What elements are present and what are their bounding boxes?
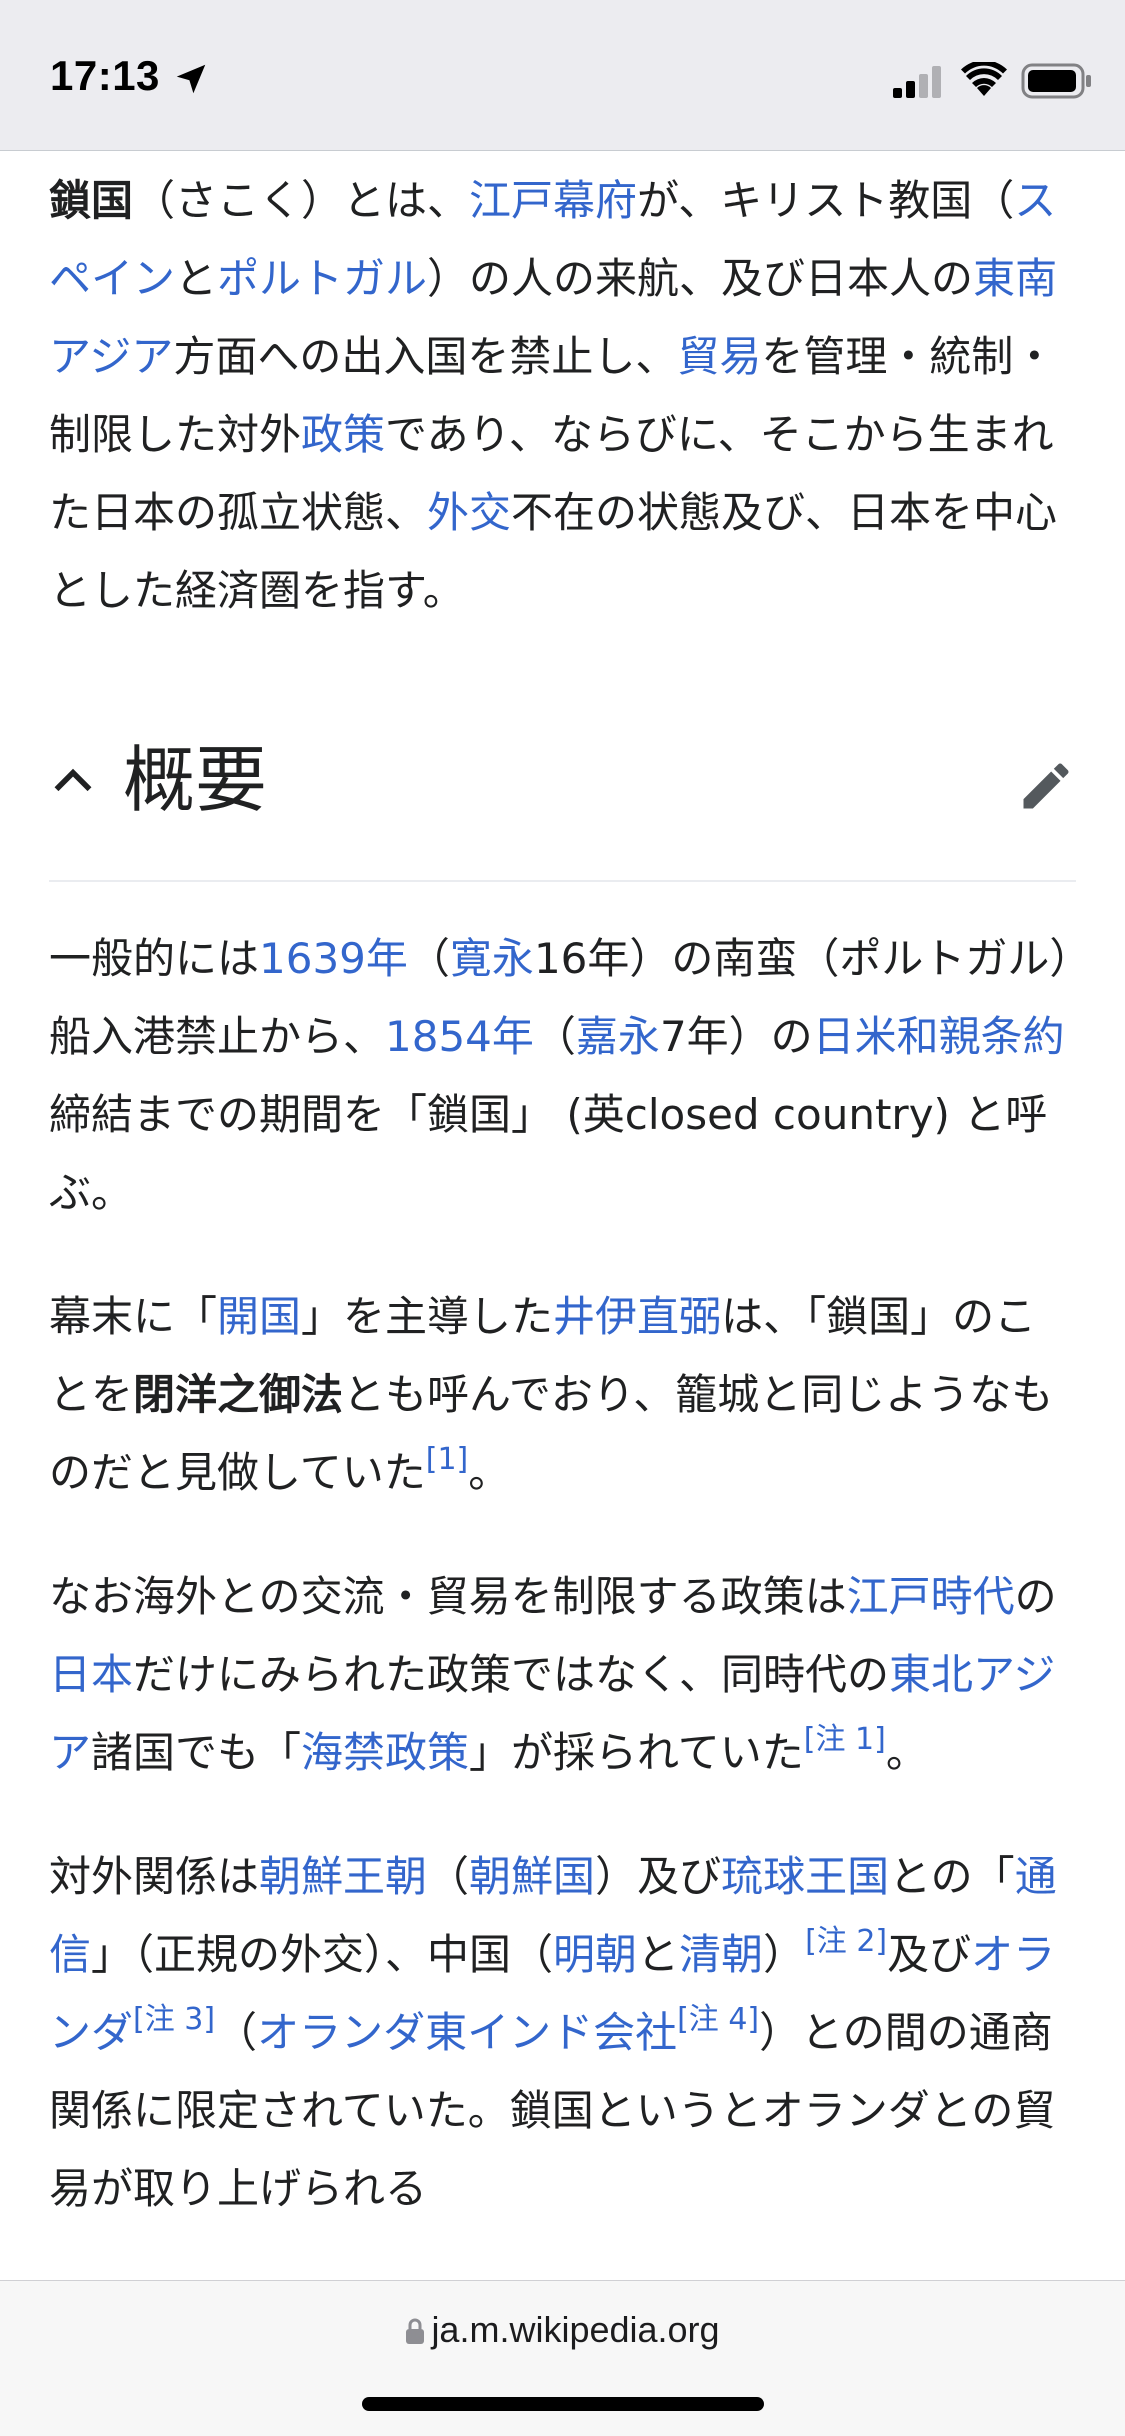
status-time: 17:13 (50, 52, 160, 99)
article-link[interactable]: 朝鮮国 (469, 1852, 595, 1901)
battery-icon (1021, 63, 1091, 99)
location-arrow-icon (176, 64, 206, 94)
bold-term: 閉洋之御法 (133, 1370, 344, 1419)
article-link[interactable]: 政策 (301, 410, 385, 459)
paragraph-text: 幕末に「 (49, 1292, 218, 1341)
paragraph-text: の (1014, 1572, 1057, 1621)
paragraph-text: （ (427, 1852, 470, 1901)
paragraph-text: 。 (468, 1448, 511, 1497)
article-link[interactable]: 嘉永 (576, 1012, 660, 1061)
article-link[interactable]: 日米和親条約 (813, 1012, 1065, 1061)
article-link[interactable]: 井伊直弼 (553, 1292, 721, 1341)
body-paragraph: 対外関係は朝鮮王朝（朝鮮国）及び琉球王国との「通信」（正規の外交）、中国（明朝と… (49, 1838, 1076, 2228)
intro-paragraph: 鎖国（さこく）とは、江戸幕府が、キリスト教国（スペインとポルトガル）の人の来航、… (49, 162, 1076, 630)
paragraph-text: ）の人の来航、及び日本人の (427, 254, 974, 303)
section-header[interactable]: 概要 (49, 670, 1076, 882)
section-title: 概要 (123, 738, 268, 822)
paragraph-text: が、キリスト教国（ (637, 176, 1015, 225)
paragraph-text: と (637, 1930, 680, 1979)
paragraph-text: 一般的には (49, 934, 260, 983)
article-link[interactable]: 日本 (49, 1650, 133, 1699)
url-text[interactable]: ja.m.wikipedia.org (431, 2309, 719, 2350)
body-paragraph: 幕末に「開国」を主導した井伊直弼は、「鎖国」のことを閉洋之御法とも呼んでおり、籠… (49, 1278, 1076, 1512)
url-row[interactable]: ja.m.wikipedia.org (0, 2309, 1125, 2351)
article-link[interactable]: 清朝 (679, 1930, 763, 1979)
home-indicator (362, 2397, 764, 2411)
paragraph-text: 」を主導した (301, 1292, 554, 1341)
article-link[interactable]: 貿易 (677, 332, 761, 381)
article-link[interactable]: 外交 (427, 488, 511, 537)
article-link[interactable]: 朝鮮王朝 (259, 1852, 427, 1901)
article-link[interactable]: 琉球王国 (721, 1852, 889, 1901)
paragraph-text: ）及び (595, 1852, 722, 1901)
article-link[interactable]: 江戸時代 (847, 1572, 1015, 1621)
wifi-icon (961, 62, 1007, 96)
paragraph-text: （ (407, 934, 450, 983)
article-link[interactable]: 1854年 (385, 1012, 534, 1061)
paragraph-text: （ (533, 1012, 576, 1061)
paragraph-text: との「 (889, 1852, 1015, 1901)
pencil-icon[interactable] (1016, 756, 1076, 816)
paragraph-text: 」（正規の外交）、中国（ (91, 1930, 554, 1979)
reference-link[interactable]: [1] (426, 1442, 469, 1477)
paragraph-text: （さこく）とは、 (133, 176, 470, 225)
article-link[interactable]: ポルトガル (217, 254, 427, 303)
article-link[interactable]: 海禁政策 (301, 1728, 469, 1777)
paragraph-text: だけにみられた政策ではなく、同時代の (133, 1650, 890, 1699)
body-paragraph: なお海外との交流・貿易を制限する政策は江戸時代の日本だけにみられた政策ではなく、… (49, 1558, 1076, 1792)
body-paragraph: 一般的には1639年（寛永16年）の南蛮（ポルトガル）船入港禁止から、1854年… (49, 920, 1076, 1232)
paragraph-text: なお海外との交流・貿易を制限する政策は (49, 1572, 847, 1621)
article-link[interactable]: 寛永 (450, 934, 534, 983)
browser-url-bar[interactable]: ja.m.wikipedia.org (0, 2280, 1125, 2436)
chevron-up-icon[interactable] (51, 758, 95, 802)
paragraph-text: 締結までの期間を「鎖国」 (英closed country) と呼ぶ。 (49, 1090, 1048, 1217)
article-link[interactable]: 明朝 (553, 1930, 637, 1979)
paragraph-text: 諸国でも「 (91, 1728, 302, 1777)
phone-screen: 17:13 鎖国（さこく）とは、江戸幕府が、キリスト教国（スペインとポルトガル）… (0, 0, 1125, 2436)
bold-term: 鎖国 (49, 176, 134, 225)
reference-link[interactable]: [注 3] (133, 2002, 215, 2037)
reference-link[interactable]: [注 4] (677, 2002, 759, 2037)
article-link[interactable]: 1639年 (259, 934, 408, 983)
paragraph-text: 対外関係は (49, 1852, 260, 1901)
paragraph-text: 方面への出入国を禁止し、 (173, 332, 678, 381)
lock-icon (406, 2318, 425, 2344)
status-bar: 17:13 (0, 0, 1125, 151)
cellular-signal-icon (893, 66, 941, 98)
article-link[interactable]: 江戸幕府 (469, 176, 637, 225)
paragraph-text: 。 (885, 1728, 928, 1777)
paragraph-text: と (175, 254, 218, 303)
paragraph-text: （ (215, 2008, 258, 2057)
paragraph-text: ） (763, 1930, 806, 1979)
paragraph-text: 」が採られていた (469, 1728, 804, 1777)
paragraph-text: 7年）の (659, 1012, 813, 1061)
paragraph-text: 及び (887, 1930, 972, 1979)
article-link[interactable]: 開国 (217, 1292, 301, 1341)
article-link[interactable]: オランダ東インド会社 (257, 2008, 677, 2057)
article-content: 鎖国（さこく）とは、江戸幕府が、キリスト教国（スペインとポルトガル）の人の来航、… (49, 150, 1076, 2228)
reference-link[interactable]: [注 1] (804, 1722, 886, 1757)
reference-link[interactable]: [注 2] (805, 1924, 887, 1959)
